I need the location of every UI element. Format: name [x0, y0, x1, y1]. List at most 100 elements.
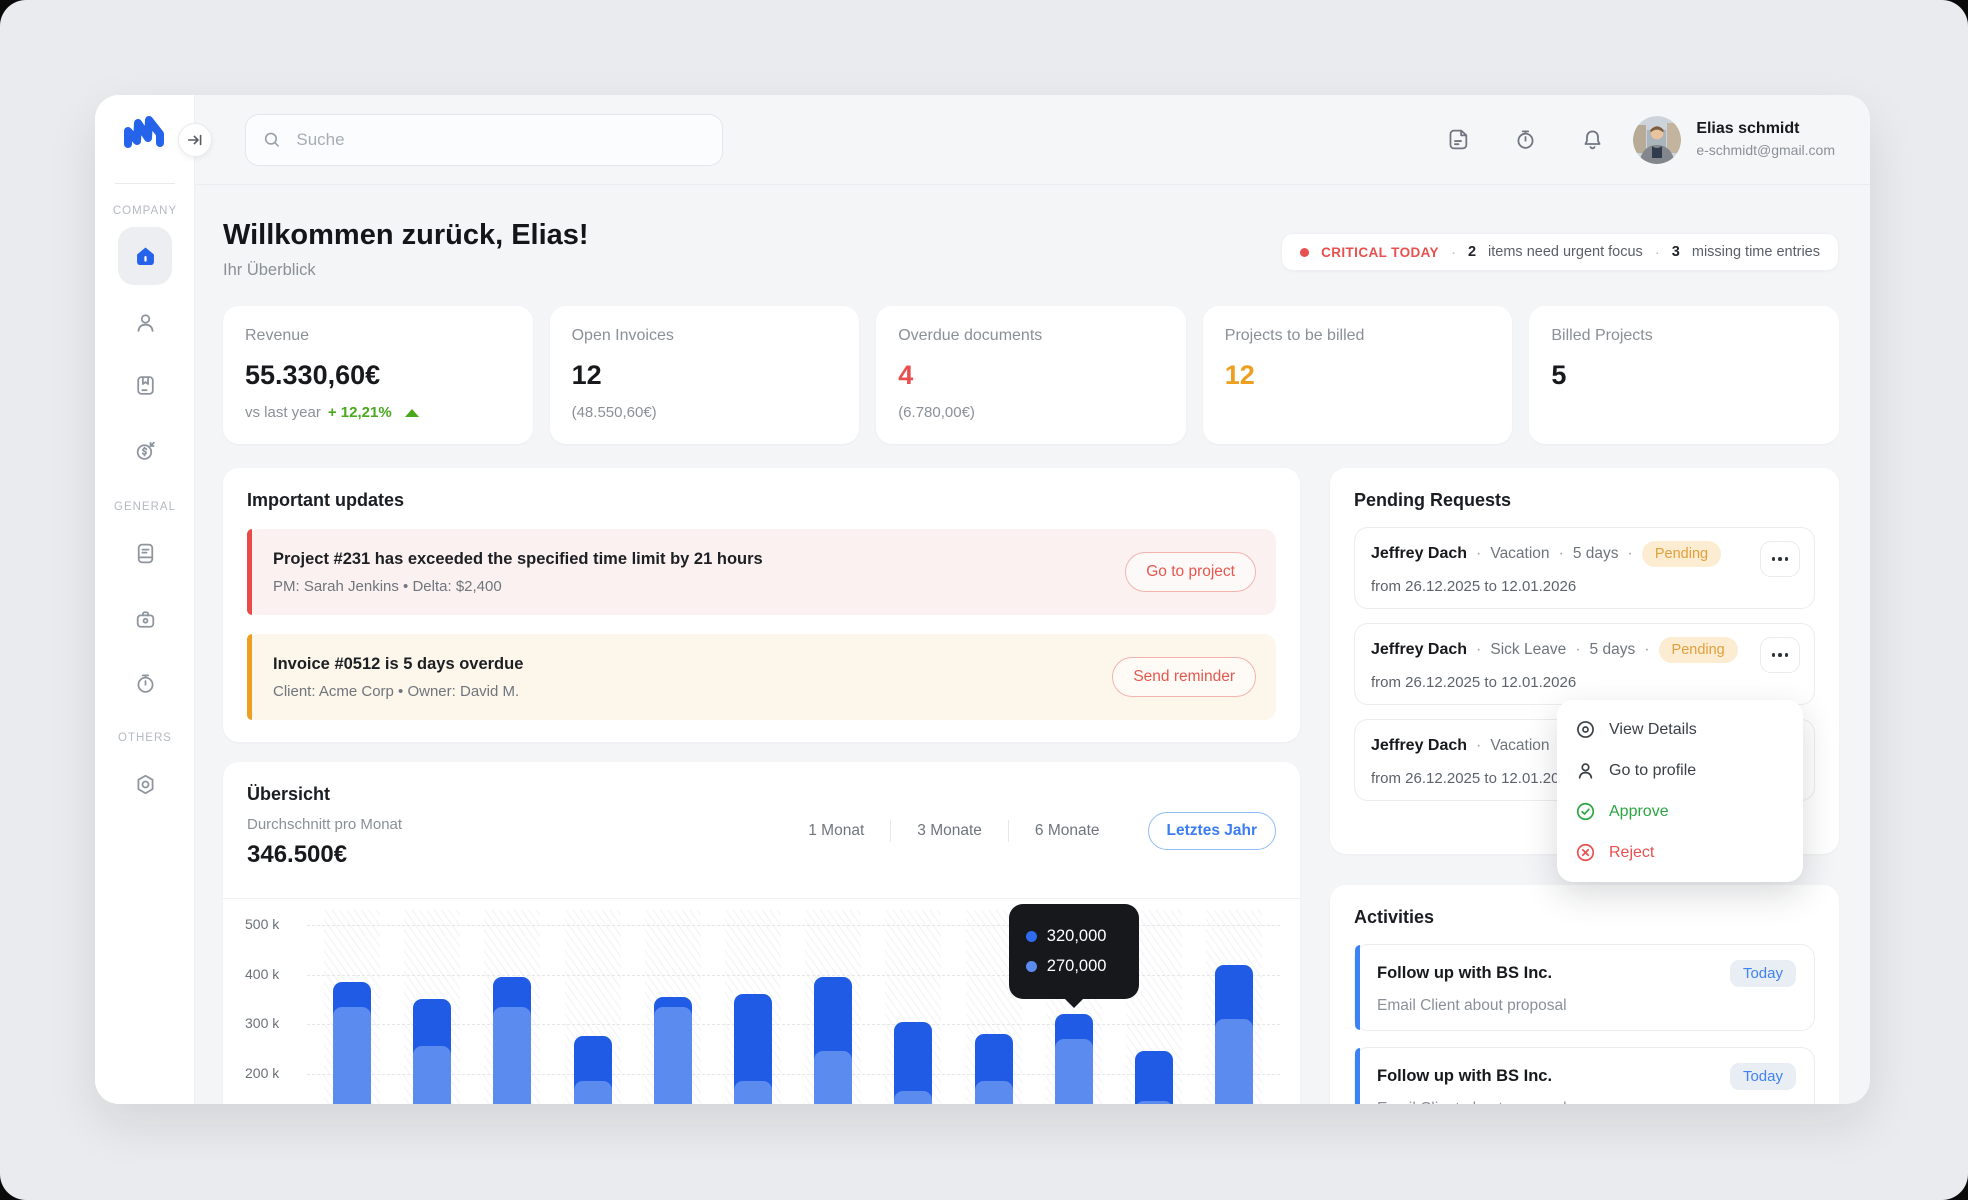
menu-item-label: View Details	[1609, 721, 1697, 739]
alert-meta: Client: Acme Corp • Owner: David M.	[273, 683, 523, 700]
sidebar-item-settings[interactable]	[123, 762, 167, 806]
stat-label: Revenue	[245, 327, 511, 345]
critical-count: 2	[1468, 244, 1476, 260]
chart-gridline	[307, 1024, 1280, 1025]
critical-text: missing time entries	[1692, 244, 1820, 260]
trend-up-icon	[405, 409, 419, 417]
chart-bar-secondary[interactable]	[1215, 1019, 1253, 1104]
search-input[interactable]	[294, 129, 706, 151]
alert-accent-bar	[247, 529, 252, 615]
sidebar-item-time-tracking[interactable]	[123, 661, 167, 705]
tooltip-value: 270,000	[1047, 957, 1107, 976]
tooltip-series-dot	[1026, 931, 1037, 942]
request-more-button[interactable]	[1760, 637, 1800, 673]
menu-item-view-details[interactable]: View Details	[1557, 709, 1803, 750]
menu-item-reject[interactable]: Reject	[1557, 832, 1803, 873]
menu-item-go-to-profile[interactable]: Go to profile	[1557, 750, 1803, 791]
stat-value: 4	[898, 360, 1164, 391]
chart-bar-secondary[interactable]	[413, 1046, 451, 1104]
menu-item-label: Go to profile	[1609, 762, 1696, 780]
filter-letztes-jahr[interactable]: Letztes Jahr	[1148, 812, 1276, 850]
stopwatch-icon[interactable]	[1513, 127, 1538, 152]
chart-bar-secondary[interactable]	[493, 1007, 531, 1104]
chart-bar-secondary[interactable]	[975, 1081, 1013, 1104]
stat-value: 12	[572, 360, 838, 391]
sidebar-item-projects[interactable]	[123, 597, 167, 641]
activity-title: Follow up with BS Inc.	[1377, 964, 1552, 983]
pending-requests-title: Pending Requests	[1354, 490, 1815, 511]
chart-bar-secondary[interactable]	[574, 1081, 612, 1104]
sidebar-collapse-button[interactable]	[178, 123, 212, 157]
activity-accent-bar	[1355, 945, 1360, 1030]
filter-6-monate[interactable]: 6 Monate	[1009, 822, 1126, 840]
request-type: Vacation	[1490, 545, 1549, 563]
activity-title: Follow up with BS Inc.	[1377, 1067, 1552, 1086]
stat-label: Open Invoices	[572, 327, 838, 345]
sidebar: COMPANY	[95, 95, 195, 1104]
y-axis-tick-label: 400 k	[245, 966, 279, 982]
stat-card: Revenue 55.330,60€ vs last year+ 12,21%	[223, 306, 533, 444]
stat-card: Projects to be billed 12	[1203, 306, 1513, 444]
status-badge: Pending	[1642, 541, 1721, 567]
chart-bar-secondary[interactable]	[734, 1081, 772, 1104]
sidebar-item-bookings[interactable]	[123, 363, 167, 407]
chart-bar-secondary[interactable]	[1055, 1039, 1093, 1104]
stat-value: 12	[1225, 360, 1491, 391]
user-menu[interactable]: Elias schmidt e-schmidt@gmail.com	[1696, 119, 1835, 160]
topbar: Elias schmidt e-schmidt@gmail.com	[195, 95, 1870, 185]
chart-bar-secondary[interactable]	[894, 1091, 932, 1104]
sidebar-item-home[interactable]	[118, 227, 172, 285]
chart-tooltip: 320,000 270,000	[1009, 904, 1139, 999]
sidebar-section-others: OTHERS	[95, 732, 195, 744]
alert-meta: PM: Sarah Jenkins • Delta: $2,400	[273, 578, 763, 595]
stat-value: 5	[1551, 360, 1817, 391]
request-dates: from 26.12.2025 to 12.01.2026	[1371, 578, 1798, 595]
search-box[interactable]	[245, 114, 723, 166]
avatar[interactable]	[1633, 116, 1681, 164]
chart-bar-secondary[interactable]	[1135, 1101, 1173, 1104]
tooltip-caret	[1064, 998, 1084, 1008]
filter-1-monat[interactable]: 1 Monat	[782, 822, 890, 840]
book-bookmark-icon	[133, 373, 158, 398]
y-axis-tick-label: 300 k	[245, 1015, 279, 1031]
sidebar-item-revenue[interactable]	[123, 428, 167, 472]
activity-card: Follow up with BS Inc. Today Email Clien…	[1354, 1047, 1815, 1104]
bell-icon[interactable]	[1580, 127, 1605, 152]
logo-icon	[122, 112, 168, 152]
chart-divider	[223, 898, 1300, 899]
briefcase-icon	[133, 607, 158, 632]
sidebar-section-general: GENERAL	[95, 501, 195, 513]
request-duration: 5 days	[1573, 545, 1619, 563]
chart-bar-secondary[interactable]	[333, 1007, 371, 1104]
avatar-photo	[1633, 116, 1681, 164]
y-axis-tick-label: 200 k	[245, 1065, 279, 1081]
alert-action-button[interactable]: Send reminder	[1112, 657, 1256, 697]
critical-dot-icon	[1300, 248, 1309, 257]
gear-icon	[133, 772, 158, 797]
alert-action-button[interactable]: Go to project	[1125, 552, 1256, 592]
chart-bar-primary[interactable]	[1135, 1051, 1173, 1104]
sidebar-item-documents[interactable]	[123, 531, 167, 575]
menu-item-approve[interactable]: Approve	[1557, 791, 1803, 832]
critical-today-banner: CRITICAL TODAY ·2items need urgent focus…	[1281, 233, 1839, 271]
invoice-icon[interactable]	[1446, 127, 1471, 152]
request-dates: from 26.12.2025 to 12.01.2026	[1371, 674, 1798, 691]
chart-bar-secondary[interactable]	[654, 1007, 692, 1104]
alert-item: Project #231 has exceeded the specified …	[247, 529, 1276, 615]
filter-3-monate[interactable]: 3 Monate	[891, 822, 1008, 840]
request-type: Vacation	[1490, 737, 1549, 755]
stopwatch-icon	[133, 671, 158, 696]
chart-bar-secondary[interactable]	[814, 1051, 852, 1104]
view-details-icon	[1575, 719, 1596, 740]
page-subtitle: Ihr Überblick	[223, 261, 589, 280]
stat-label: Billed Projects	[1551, 327, 1817, 345]
activity-accent-bar	[1355, 1048, 1360, 1104]
alert-title: Project #231 has exceeded the specified …	[273, 550, 763, 569]
tooltip-value: 320,000	[1047, 927, 1107, 946]
app-window: COMPANY	[95, 95, 1870, 1104]
sidebar-item-users[interactable]	[123, 300, 167, 344]
go-to-profile-icon	[1575, 760, 1596, 781]
alert-title: Invoice #0512 is 5 days overdue	[273, 655, 523, 674]
request-more-button[interactable]	[1760, 541, 1800, 577]
activity-subtitle: Email Client about proposal	[1377, 997, 1796, 1015]
